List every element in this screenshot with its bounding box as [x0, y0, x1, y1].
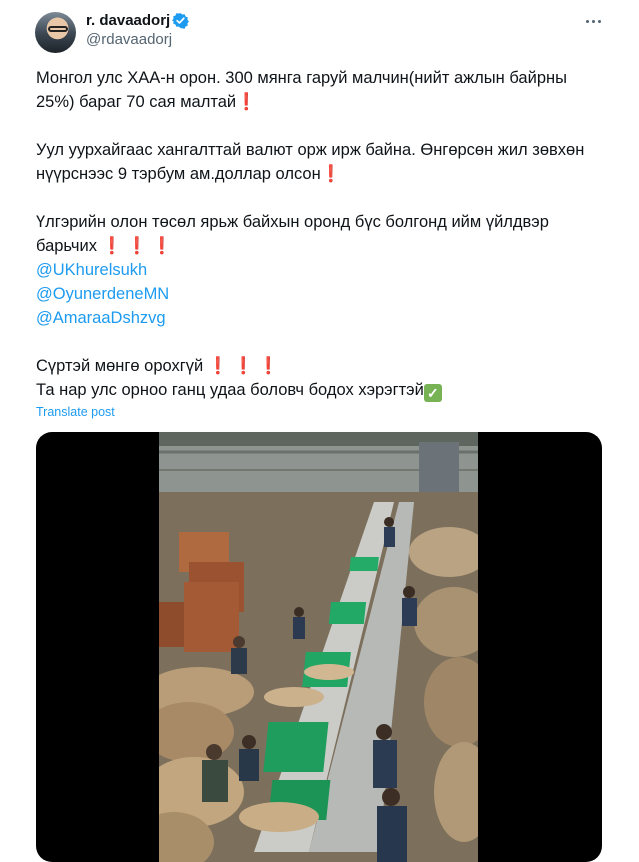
red-exclamation-emoji: ❗ [258, 357, 279, 375]
post-line-7: Сүртэй мөнгө орохгүй ❗ ❗ ❗ [36, 354, 606, 378]
red-exclamation-emoji: ❗ [236, 93, 257, 111]
post-line-5: Үлгэрийн олон төсөл ярьж байхын оронд бү… [36, 213, 549, 231]
mention-link[interactable]: @UKhurelsukh [36, 258, 606, 282]
author-avatar[interactable] [35, 12, 76, 53]
red-exclamation-emoji: ❗ [151, 237, 173, 255]
translate-post-link[interactable]: Translate post [36, 404, 115, 420]
factory-scene-image [159, 432, 478, 862]
author-name[interactable]: r. davaadorj [86, 12, 170, 30]
red-exclamation-emoji: ❗ [207, 357, 229, 375]
post-line-1: Монгол улс ХАА-н орон. 300 мянга гаруй м… [36, 69, 567, 87]
red-exclamation-emoji: ❗ [232, 357, 254, 375]
post-line-2-text: 25%) бараг 70 сая малтай [36, 93, 237, 111]
video-media[interactable] [36, 432, 602, 862]
video-frame[interactable] [159, 432, 478, 862]
post-article: r. davaadorj @rdavaadorj Монгол улс ХАА-… [0, 0, 639, 862]
mention-link[interactable]: @OyunerdeneMN [36, 282, 606, 306]
red-exclamation-emoji: ❗ [320, 165, 342, 183]
post-line-8-text: Та нар улс орноо ганц удаа боловч бодох … [36, 381, 424, 399]
post-line-6-text: барьчих [36, 237, 97, 255]
post-line-2: 25%) бараг 70 сая малтай❗ [36, 90, 606, 114]
red-exclamation-emoji: ❗ [126, 237, 148, 255]
avatar-glasses [48, 26, 68, 32]
post-line-4-text: нүүрснээс 9 тэрбум ам.доллар олсон [36, 165, 321, 183]
red-exclamation-emoji: ❗ [101, 237, 123, 255]
white-check-mark-emoji: ✓ [423, 384, 442, 402]
post-text: Монгол улс ХАА-н орон. 300 мянга гаруй м… [36, 66, 606, 402]
post-line-3: Уул уурхайгаас хангалттай валют орж ирж … [36, 141, 585, 159]
verified-badge-icon[interactable] [172, 12, 189, 29]
mention-link[interactable]: @AmaraaDshzvg [36, 306, 606, 330]
post-line-4: нүүрснээс 9 тэрбум ам.доллар олсон❗ [36, 162, 606, 186]
post-line-8: Та нар улс орноо ганц удаа боловч бодох … [36, 378, 606, 402]
post-line-7-text: Сүртэй мөнгө орохгүй [36, 357, 204, 375]
post-line-6: барьчих ❗ ❗ ❗ [36, 234, 606, 258]
more-options-icon[interactable] [582, 10, 604, 32]
author-handle[interactable]: @rdavaadorj [86, 31, 172, 49]
